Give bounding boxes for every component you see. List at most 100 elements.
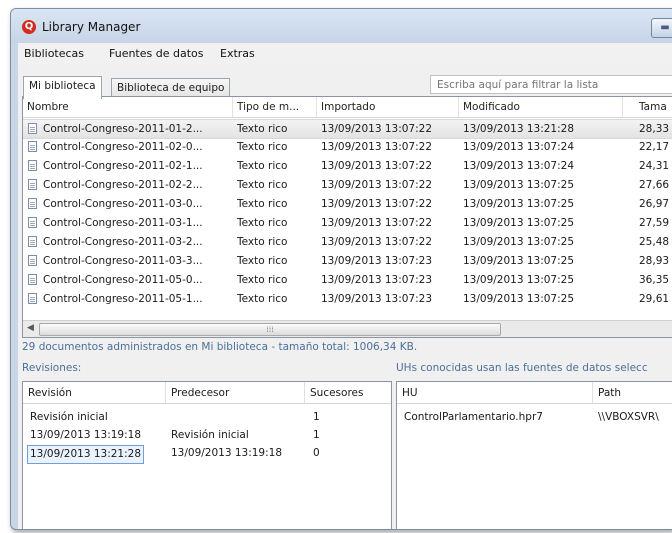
document-icon	[28, 255, 37, 266]
column-header-revision[interactable]: Revisión	[23, 382, 166, 404]
document-row[interactable]: Control-Congreso-2011-03-2... Texto rico 1…	[23, 233, 672, 251]
cell-type: Texto rico	[237, 160, 288, 172]
torn-edge	[23, 518, 391, 529]
document-icon	[28, 179, 37, 190]
cell-imported: 13/09/2013 13:07:23	[321, 293, 433, 305]
cell-name: Control-Congreso-2011-02-1...	[43, 160, 203, 172]
cell-name: Control-Congreso-2011-03-3...	[43, 255, 203, 267]
cell-name: Control-Congreso-2011-03-1...	[43, 217, 203, 229]
app-logo-icon: Q	[22, 20, 36, 34]
cell-imported: 13/09/2013 13:07:22	[321, 217, 433, 229]
cell-modified: 13/09/2013 13:07:25	[463, 198, 575, 210]
scroll-thumb[interactable]: ⁞⁞⁞	[39, 323, 501, 336]
torn-edge	[397, 518, 672, 529]
cell-imported: 13/09/2013 13:07:23	[321, 274, 433, 286]
cell-name: Control-Congreso-2011-03-0...	[43, 198, 203, 210]
tab-mi-biblioteca[interactable]: Mi biblioteca	[23, 76, 102, 99]
revision-cell-selected[interactable]: 13/09/2013 13:21:28	[27, 445, 145, 464]
document-row[interactable]: Control-Congreso-2011-03-1... Texto rico 1…	[23, 214, 672, 232]
minimize-button[interactable]: ▬	[651, 18, 672, 38]
document-row[interactable]: Control-Congreso-2011-03-3... Texto rico 1…	[23, 252, 672, 270]
cell-imported: 13/09/2013 13:07:23	[321, 255, 433, 267]
revision-cell[interactable]: 13/09/2013 13:19:18	[30, 427, 141, 444]
cell-name: Control-Congreso-2011-05-1...	[43, 293, 203, 305]
document-row[interactable]: Control-Congreso-2011-02-1... Texto rico 1…	[23, 157, 672, 175]
menu-fuentes-de-datos[interactable]: Fuentes de datos	[109, 47, 204, 60]
revision-cell[interactable]: Revisión inicial	[30, 409, 108, 426]
cell-modified: 13/09/2013 13:07:25	[463, 217, 575, 229]
menu-extras[interactable]: Extras	[220, 47, 255, 60]
column-header-path[interactable]: Path	[593, 382, 672, 404]
document-icon	[28, 198, 37, 209]
title-bar[interactable]: Q Library Manager ▬	[11, 9, 672, 43]
column-header-tamano[interactable]: Tama	[623, 97, 672, 117]
revisions-label: Revisiones:	[22, 362, 82, 374]
column-header-tipo[interactable]: Tipo de m...	[233, 97, 317, 117]
cell-modified: 13/09/2013 13:07:25	[463, 255, 575, 267]
hu-cell[interactable]: ControlParlamentario.hpr7	[404, 409, 543, 426]
hu-table[interactable]: HU Path ControlParlamentario.hpr7 \\VBOX…	[396, 381, 672, 529]
predecessor-cell: Revisión inicial	[171, 429, 249, 441]
document-icon	[28, 274, 37, 285]
library-status: 29 documentos administrados en Mi biblio…	[22, 341, 418, 353]
cell-name: Control-Congreso-2011-03-2...	[43, 236, 203, 248]
filter-input[interactable]	[430, 75, 672, 94]
cell-size: 22,17	[639, 141, 670, 153]
cell-imported: 13/09/2013 13:07:22	[321, 123, 433, 135]
document-icon	[28, 236, 37, 247]
cell-name: Control-Congreso-2011-01-2...	[43, 123, 203, 135]
column-header-nombre[interactable]: Nombre	[23, 97, 233, 117]
document-row[interactable]: Control-Congreso-2011-03-0... Texto rico 1…	[23, 195, 672, 213]
cell-type: Texto rico	[237, 179, 288, 191]
cell-type: Texto rico	[237, 198, 288, 210]
column-header-hu[interactable]: HU	[397, 382, 593, 404]
cell-type: Texto rico	[237, 274, 288, 286]
list-header: Nombre Tipo de m... Importado Modificado…	[23, 97, 672, 118]
column-header-modificado[interactable]: Modificado	[459, 97, 623, 117]
document-icon	[28, 293, 37, 304]
hu-label: UHs conocidas usan las fuentes de datos …	[396, 362, 648, 374]
document-row[interactable]: Control-Congreso-2011-01-2... Texto rico 1…	[23, 119, 672, 139]
successors-cell: 1	[313, 429, 320, 441]
scroll-left-arrow-icon[interactable]: ◀	[27, 323, 34, 333]
cell-type: Texto rico	[237, 236, 288, 248]
cell-modified: 13/09/2013 13:07:24	[463, 141, 575, 153]
window-title: Library Manager	[42, 20, 141, 34]
document-row[interactable]: Control-Congreso-2011-02-2... Texto rico 1…	[23, 176, 672, 194]
document-icon	[28, 141, 37, 152]
successors-cell: 0	[313, 447, 320, 459]
revisions-table[interactable]: Revisión Predecesor Sucesores Revisión i…	[22, 381, 392, 529]
menu-bibliotecas[interactable]: Bibliotecas	[24, 47, 84, 60]
main-content: Mi biblioteca Biblioteca de equipo Nombr…	[18, 65, 672, 529]
horizontal-scrollbar[interactable]: ◀ ⁞⁞⁞	[23, 320, 672, 337]
column-header-sucesores[interactable]: Sucesores	[305, 382, 391, 404]
cell-modified: 13/09/2013 13:07:25	[463, 293, 575, 305]
cell-modified: 13/09/2013 13:07:25	[463, 236, 575, 248]
cell-imported: 13/09/2013 13:07:22	[321, 141, 433, 153]
document-list[interactable]: Nombre Tipo de m... Importado Modificado…	[22, 96, 672, 338]
cell-size: 36,35	[639, 274, 670, 286]
library-manager-window: Q Library Manager ▬ Bibliotecas Fuentes …	[10, 8, 672, 530]
document-row[interactable]: Control-Congreso-2011-05-0... Texto rico 1…	[23, 271, 672, 289]
column-header-importado[interactable]: Importado	[317, 97, 459, 117]
cell-size: 25,48	[639, 236, 670, 248]
cell-name: Control-Congreso-2011-05-0...	[43, 274, 203, 286]
cell-type: Texto rico	[237, 141, 288, 153]
predecessor-cell: 13/09/2013 13:19:18	[171, 447, 283, 459]
cell-size: 27,66	[639, 179, 670, 191]
document-icon	[28, 123, 37, 134]
cell-size: 29,61	[639, 293, 670, 305]
document-row[interactable]: Control-Congreso-2011-05-1... Texto rico 1…	[23, 290, 672, 308]
cell-imported: 13/09/2013 13:07:22	[321, 160, 433, 172]
tab-biblioteca-de-equipo[interactable]: Biblioteca de equipo	[111, 78, 231, 98]
column-header-predecesor[interactable]: Predecesor	[166, 382, 305, 404]
cell-size: 27,59	[639, 217, 670, 229]
cell-type: Texto rico	[237, 217, 288, 229]
document-row[interactable]: Control-Congreso-2011-02-0... Texto rico 1…	[23, 138, 672, 156]
cell-modified: 13/09/2013 13:21:28	[463, 123, 575, 135]
cell-imported: 13/09/2013 13:07:22	[321, 236, 433, 248]
document-icon	[28, 160, 37, 171]
cell-type: Texto rico	[237, 293, 288, 305]
cell-type: Texto rico	[237, 123, 288, 135]
cell-modified: 13/09/2013 13:07:25	[463, 274, 575, 286]
